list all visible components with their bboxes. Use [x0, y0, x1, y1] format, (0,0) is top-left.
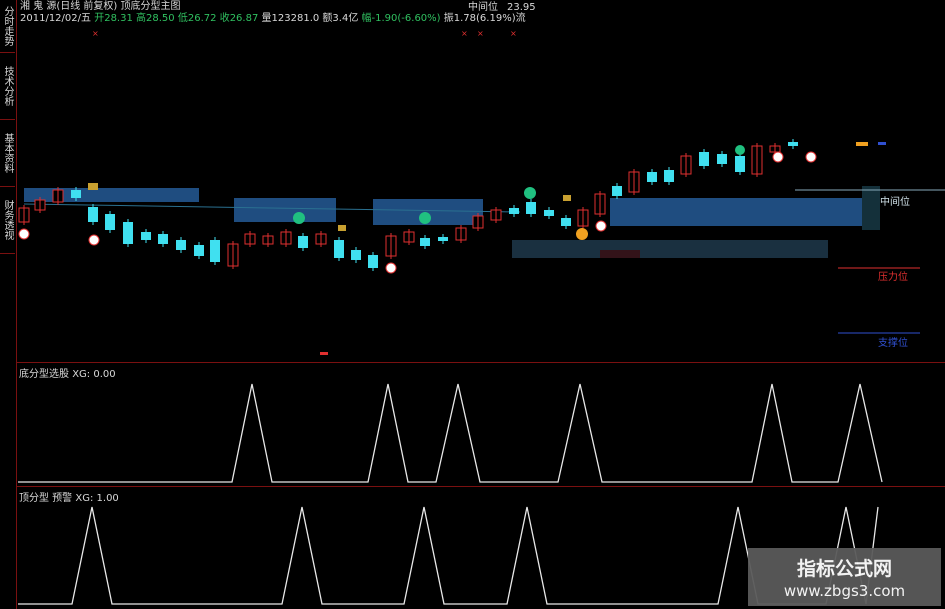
- bottom-signal-line: [18, 383, 883, 483]
- watermark-url: www.zbgs3.com: [783, 582, 906, 600]
- chart-window: 分时走势 技术分析 基本资料 财务透视 湘 鬼 源(日线 前复权) 顶底分型主图…: [0, 0, 945, 609]
- signal-canvas: [18, 383, 883, 605]
- watermark: 指标公式网 www.zbgs3.com: [748, 548, 941, 606]
- watermark-title: 指标公式网: [796, 558, 892, 580]
